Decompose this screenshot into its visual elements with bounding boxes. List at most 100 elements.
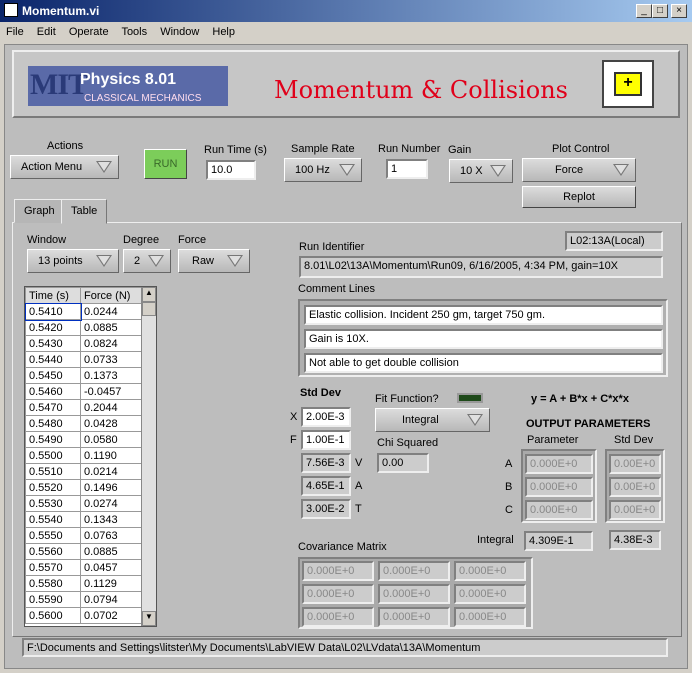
app-title: Momentum & Collisions bbox=[274, 76, 568, 104]
table-row[interactable]: 0.5500 0.1190 bbox=[25, 447, 142, 464]
table-row[interactable]: 0.5560 0.0885 bbox=[25, 543, 142, 560]
tab-table[interactable]: Table bbox=[61, 199, 108, 224]
time-cell[interactable]: 0.5480 bbox=[25, 415, 81, 432]
table-row[interactable]: 0.5590 0.0794 bbox=[25, 591, 142, 608]
gain-dropdown[interactable]: 10 X bbox=[449, 159, 513, 183]
time-cell[interactable]: 0.5500 bbox=[25, 447, 81, 464]
force-dropdown[interactable]: Raw bbox=[178, 249, 250, 273]
table-row[interactable]: 0.5410 0.0244 bbox=[24, 302, 142, 321]
comment-line-1[interactable]: Elastic collision. Incident 250 gm, targ… bbox=[304, 305, 663, 325]
table-row[interactable]: 0.5440 0.0733 bbox=[25, 351, 142, 368]
parameter-column-label: Parameter bbox=[527, 434, 579, 446]
time-cell[interactable]: 0.5490 bbox=[25, 431, 81, 448]
menu-tools[interactable]: Tools bbox=[121, 26, 147, 38]
force-cell[interactable]: 0.0580 bbox=[80, 431, 142, 448]
time-cell[interactable]: 0.5580 bbox=[25, 575, 81, 592]
action-menu-dropdown[interactable]: Action Menu bbox=[10, 155, 119, 179]
time-cell[interactable]: 0.5560 bbox=[25, 543, 81, 560]
table-row[interactable]: 0.5450 0.1373 bbox=[25, 367, 142, 384]
time-cell[interactable]: 0.5410 bbox=[24, 302, 82, 321]
force-cell[interactable]: 0.0885 bbox=[80, 543, 142, 560]
time-cell[interactable]: 0.5530 bbox=[25, 495, 81, 512]
table-row[interactable]: 0.5580 0.1129 bbox=[25, 575, 142, 592]
degree-dropdown[interactable]: 2 bbox=[123, 249, 171, 273]
menu-help[interactable]: Help bbox=[212, 26, 235, 38]
table-row[interactable]: 0.5430 0.0824 bbox=[25, 335, 142, 352]
force-cell[interactable]: 0.0824 bbox=[80, 335, 142, 352]
tab-graph[interactable]: Graph bbox=[14, 199, 65, 223]
force-cell[interactable]: 0.0428 bbox=[80, 415, 142, 432]
time-cell[interactable]: 0.5440 bbox=[25, 351, 81, 368]
comment-line-3[interactable]: Not able to get double collision bbox=[304, 353, 663, 373]
table-row[interactable]: 0.5510 0.0214 bbox=[25, 463, 142, 480]
table-row[interactable]: 0.5460 -0.0457 bbox=[25, 383, 142, 400]
table-row[interactable]: 0.5570 0.0457 bbox=[25, 559, 142, 576]
force-cell[interactable]: 0.1343 bbox=[80, 511, 142, 528]
sample-rate-dropdown[interactable]: 100 Hz bbox=[284, 158, 362, 182]
plot-control-dropdown[interactable]: Force bbox=[522, 158, 636, 182]
table-row[interactable]: 0.5480 0.0428 bbox=[25, 415, 142, 432]
std-dev-f-field[interactable]: 1.00E-1 bbox=[301, 430, 351, 450]
force-cell[interactable]: 0.0733 bbox=[80, 351, 142, 368]
menu-edit[interactable]: Edit bbox=[37, 26, 56, 38]
force-cell[interactable]: 0.2044 bbox=[80, 399, 142, 416]
force-cell[interactable]: 0.1129 bbox=[80, 575, 142, 592]
window-dropdown[interactable]: 13 points bbox=[27, 249, 119, 273]
table-row[interactable]: 0.5530 0.0274 bbox=[25, 495, 142, 512]
output-parameters-heading: OUTPUT PARAMETERS bbox=[526, 418, 651, 430]
menu-window[interactable]: Window bbox=[160, 26, 199, 38]
std-dev-t-label: T bbox=[355, 503, 362, 515]
table-row[interactable]: 0.5540 0.1343 bbox=[25, 511, 142, 528]
table-row[interactable]: 0.5490 0.0580 bbox=[25, 431, 142, 448]
scroll-thumb[interactable] bbox=[142, 302, 156, 316]
time-cell[interactable]: 0.5470 bbox=[25, 399, 81, 416]
replot-button[interactable]: Replot bbox=[522, 186, 636, 208]
force-cell[interactable]: 0.0457 bbox=[80, 559, 142, 576]
run-button[interactable]: RUN bbox=[144, 149, 187, 179]
fit-function-dropdown[interactable]: Integral bbox=[375, 408, 490, 432]
comment-line-2[interactable]: Gain is 10X. bbox=[304, 329, 663, 349]
close-button[interactable]: × bbox=[671, 4, 687, 18]
menu-operate[interactable]: Operate bbox=[69, 26, 109, 38]
time-cell[interactable]: 0.5550 bbox=[25, 527, 81, 544]
time-cell[interactable]: 0.5570 bbox=[25, 559, 81, 576]
force-cell[interactable]: 0.0274 bbox=[80, 495, 142, 512]
scroll-up-icon[interactable]: ▲ bbox=[142, 287, 156, 302]
run-time-input[interactable]: 10.0 bbox=[206, 160, 256, 180]
maximize-button[interactable]: □ bbox=[652, 4, 668, 18]
table-row[interactable]: 0.5420 0.0885 bbox=[25, 319, 142, 336]
force-cell[interactable]: -0.0457 bbox=[80, 383, 142, 400]
run-number-label: Run Number bbox=[378, 143, 441, 155]
table-row[interactable]: 0.5550 0.0763 bbox=[25, 527, 142, 544]
force-cell[interactable]: 0.0244 bbox=[80, 303, 142, 320]
table-row[interactable]: 0.5520 0.1496 bbox=[25, 479, 142, 496]
fit-function-led[interactable] bbox=[457, 393, 483, 403]
time-cell[interactable]: 0.5520 bbox=[25, 479, 81, 496]
std-dev-x-field[interactable]: 2.00E-3 bbox=[301, 407, 351, 427]
time-cell[interactable]: 0.5540 bbox=[25, 511, 81, 528]
force-cell[interactable]: 0.1190 bbox=[80, 447, 142, 464]
menu-file[interactable]: File bbox=[6, 26, 24, 38]
force-cell[interactable]: 0.1496 bbox=[80, 479, 142, 496]
time-cell[interactable]: 0.5450 bbox=[25, 367, 81, 384]
force-cell[interactable]: 0.0885 bbox=[80, 319, 142, 336]
force-cell[interactable]: 0.0214 bbox=[80, 463, 142, 480]
scroll-down-icon[interactable]: ▼ bbox=[142, 611, 156, 626]
window-value: 13 points bbox=[38, 255, 83, 267]
time-cell[interactable]: 0.5590 bbox=[25, 591, 81, 608]
time-cell[interactable]: 0.5420 bbox=[25, 319, 81, 336]
table-row[interactable]: 0.5470 0.2044 bbox=[25, 399, 142, 416]
run-number-input[interactable]: 1 bbox=[386, 159, 428, 179]
force-cell[interactable]: 0.0702 bbox=[80, 607, 142, 624]
minimize-button[interactable]: _ bbox=[636, 4, 652, 18]
time-cell[interactable]: 0.5510 bbox=[25, 463, 81, 480]
time-cell[interactable]: 0.5430 bbox=[25, 335, 81, 352]
table-scrollbar[interactable]: ▲ ▼ bbox=[141, 287, 156, 626]
force-cell[interactable]: 0.0794 bbox=[80, 591, 142, 608]
force-cell[interactable]: 0.1373 bbox=[80, 367, 142, 384]
table-row[interactable]: 0.5600 0.0702 bbox=[25, 607, 142, 624]
force-cell[interactable]: 0.0763 bbox=[80, 527, 142, 544]
data-table[interactable]: Time (s) Force (N) 0.5410 0.0244 0.5420 0.0… bbox=[24, 286, 157, 627]
time-cell[interactable]: 0.5600 bbox=[25, 607, 81, 624]
time-cell[interactable]: 0.5460 bbox=[25, 383, 81, 400]
